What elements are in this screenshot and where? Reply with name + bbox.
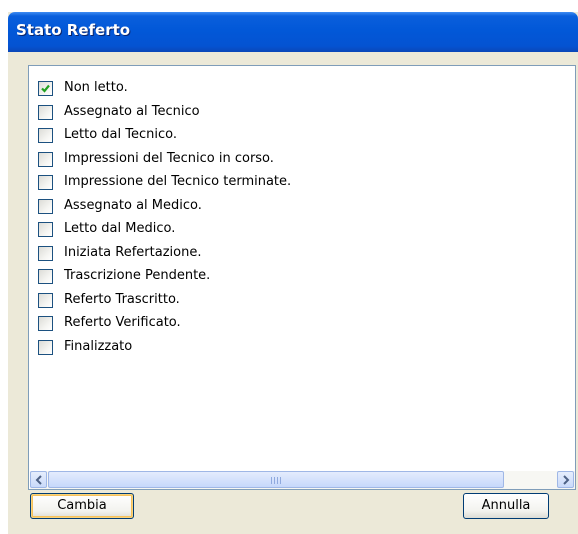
thumb-grip <box>274 477 275 484</box>
thumb-grip <box>280 477 281 484</box>
horizontal-scrollbar[interactable] <box>30 471 575 489</box>
status-checkbox[interactable] <box>38 269 53 284</box>
status-checkbox[interactable] <box>38 316 53 331</box>
status-item-label: Referto Trascritto. <box>64 291 180 307</box>
stato-referto-dialog: Stato Referto Non letto. Assegnato al Tec… <box>8 12 578 534</box>
status-checkbox[interactable] <box>38 104 53 120</box>
status-checkbox[interactable] <box>38 128 53 143</box>
status-checkbox[interactable] <box>38 81 53 96</box>
cancel-button[interactable]: Annulla <box>463 493 549 519</box>
status-checkbox[interactable] <box>38 175 53 190</box>
status-checkbox[interactable] <box>38 198 53 214</box>
check-mark-icon <box>41 84 50 93</box>
status-item-label: Assegnato al Tecnico <box>64 103 200 119</box>
scroll-right-button[interactable] <box>557 471 574 488</box>
status-item-label: Finalizzato <box>64 338 133 354</box>
status-item-label: Impressioni del Tecnico in corso. <box>64 150 274 166</box>
status-item-label: Assegnato al Medico. <box>64 197 202 213</box>
status-checkbox[interactable] <box>38 339 53 355</box>
status-item-label: Trascrizione Pendente. <box>64 268 211 283</box>
scrollbar-thumb[interactable] <box>48 471 504 488</box>
status-item-label: Referto Verificato. <box>64 315 181 330</box>
status-checkbox[interactable] <box>38 292 53 308</box>
status-item-label: Letto dal Tecnico. <box>64 127 177 142</box>
status-item-label: Iniziata Refertazione. <box>64 244 202 260</box>
dialog-title: Stato Referto <box>16 21 131 39</box>
status-checkbox[interactable] <box>38 245 53 261</box>
status-item-label: Non letto. <box>64 80 128 95</box>
status-item-label: Impressione del Tecnico terminate. <box>64 174 292 189</box>
thumb-grip <box>277 477 278 484</box>
arrow-right-icon <box>563 475 570 485</box>
status-checkbox[interactable] <box>38 151 53 167</box>
thumb-grip <box>271 477 272 484</box>
title-bar[interactable]: Stato Referto <box>8 12 578 52</box>
change-button[interactable]: Cambia <box>30 493 134 519</box>
status-item-label: Letto dal Medico. <box>64 221 176 236</box>
scroll-left-button[interactable] <box>30 471 47 488</box>
status-checklist[interactable]: Non letto. Assegnato al Tecnico Letto dal … <box>28 65 576 490</box>
status-checkbox[interactable] <box>38 222 53 237</box>
arrow-left-icon <box>35 475 42 485</box>
